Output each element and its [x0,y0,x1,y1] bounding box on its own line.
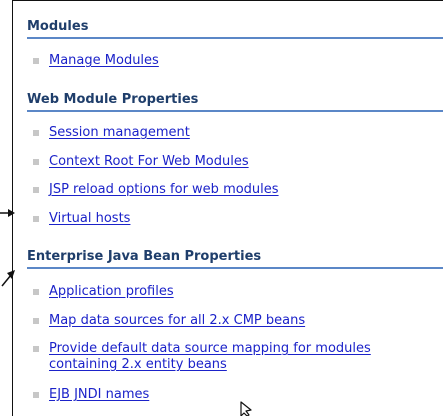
link-application-profiles[interactable]: Application profiles [49,284,174,300]
section-divider [27,267,443,269]
properties-panel: Modules Manage Modules Web Module Proper… [12,0,443,416]
section-web-module-properties: Web Module Properties [27,92,443,112]
section-heading-modules: Modules [27,19,89,34]
bullet-icon [33,159,39,165]
list-item: Provide default data source mapping for … [33,341,443,373]
link-ejb-jndi-names[interactable]: EJB JNDI names [49,387,149,403]
section-heading-ejb-properties: Enterprise Java Bean Properties [27,249,262,264]
list-item: Application profiles [33,284,443,300]
bullet-icon [33,130,39,136]
link-virtual-hosts[interactable]: Virtual hosts [49,211,130,227]
link-map-data-sources[interactable]: Map data sources for all 2.x CMP beans [49,313,305,329]
section-divider [27,110,443,112]
link-session-management[interactable]: Session management [49,125,190,141]
bullet-icon [33,289,39,295]
link-default-data-source-mapping[interactable]: Provide default data source mapping for … [49,341,389,373]
bullet-icon [33,392,39,398]
list-item: Context Root For Web Modules [33,154,443,170]
section-modules: Modules [27,19,443,39]
section-divider [27,37,443,39]
list-item: Virtual hosts [33,211,443,227]
bullet-icon [33,187,39,193]
list-item: JSP reload options for web modules [33,182,443,198]
list-item: EJB JNDI names [33,387,443,403]
section-heading-web-module-properties: Web Module Properties [27,92,199,107]
bullet-icon [33,318,39,324]
list-item: Manage Modules [33,53,443,69]
list-item: Session management [33,125,443,141]
list-item: Map data sources for all 2.x CMP beans [33,313,443,329]
link-context-root[interactable]: Context Root For Web Modules [49,154,249,170]
bullet-icon [33,216,39,222]
link-jsp-reload-options[interactable]: JSP reload options for web modules [49,182,279,198]
section-ejb-properties: Enterprise Java Bean Properties [27,249,443,269]
link-manage-modules[interactable]: Manage Modules [49,53,159,69]
bullet-icon [33,58,39,64]
bullet-icon [33,346,39,352]
